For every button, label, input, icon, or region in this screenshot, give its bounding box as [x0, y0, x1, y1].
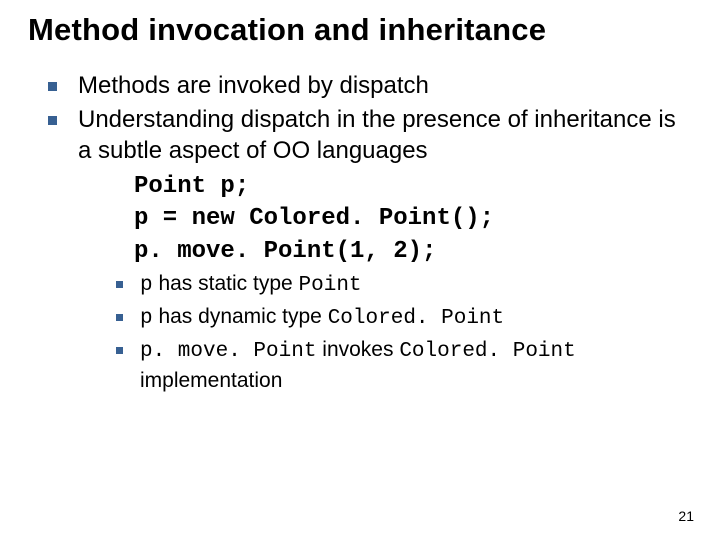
bullet-list: Methods are invoked by dispatch Understa… — [28, 70, 692, 396]
sub2-code-a: p — [140, 307, 153, 330]
code-line-1: Point p; — [134, 173, 249, 200]
sub3-text-b: implementation — [140, 369, 282, 392]
sub2-text: has dynamic type — [153, 305, 328, 328]
sub3-code-b: Colored. Point — [399, 340, 575, 363]
bullet-item-2: Understanding dispatch in the presence o… — [48, 104, 692, 396]
code-line-3: p. move. Point(1, 2); — [134, 238, 436, 265]
slide-title: Method invocation and inheritance — [28, 12, 692, 48]
sub-bullet-3: p. move. Point invokes Colored. Point im… — [116, 336, 692, 396]
code-line-2: p = new Colored. Point(); — [134, 205, 494, 232]
sub1-code-a: p — [140, 274, 153, 297]
bullet-item-1: Methods are invoked by dispatch — [48, 70, 692, 102]
sub1-code-b: Point — [299, 274, 362, 297]
sub3-text-a: invokes — [316, 338, 399, 361]
sub-bullet-list: p has static type Point p has dynamic ty… — [116, 270, 692, 396]
sub-bullet-2: p has dynamic type Colored. Point — [116, 303, 692, 334]
bullet-item-2-text: Understanding dispatch in the presence o… — [78, 106, 676, 165]
code-block: Point p; p = new Colored. Point(); p. mo… — [134, 171, 692, 268]
sub2-code-b: Colored. Point — [328, 307, 504, 330]
sub3-code-a: p. move. Point — [140, 340, 316, 363]
slide: Method invocation and inheritance Method… — [0, 0, 720, 540]
page-number: 21 — [678, 508, 694, 524]
sub1-text: has static type — [153, 272, 299, 295]
sub-bullet-1: p has static type Point — [116, 270, 692, 301]
